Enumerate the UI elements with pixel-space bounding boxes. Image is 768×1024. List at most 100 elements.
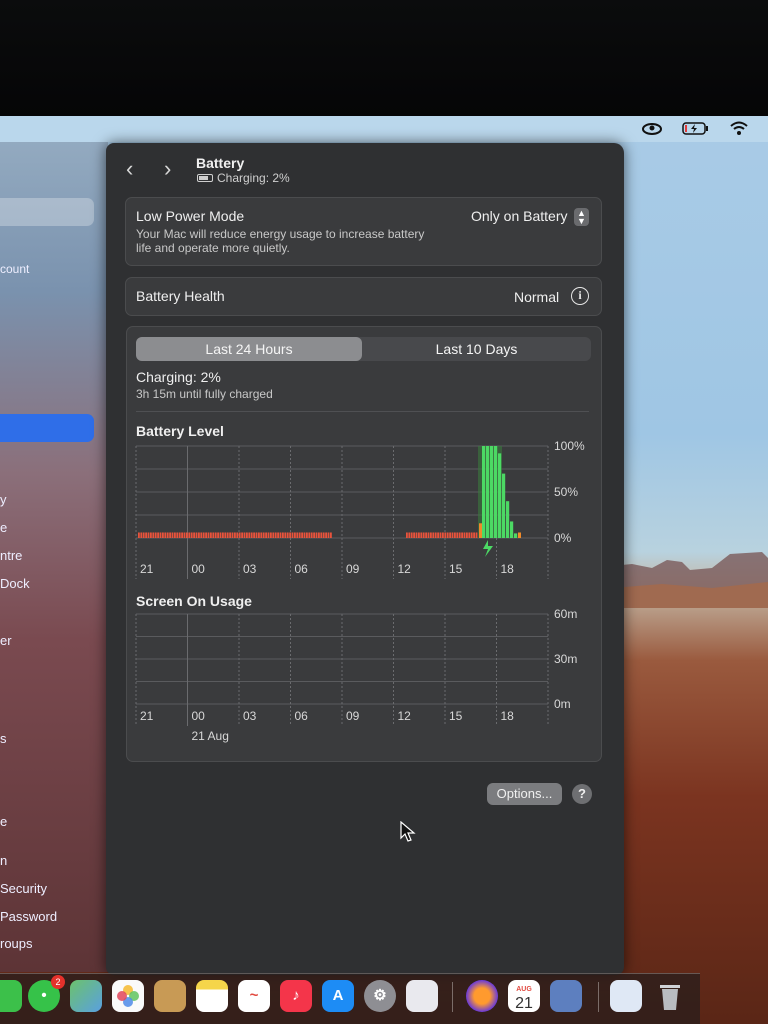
battery-bar-charging bbox=[510, 521, 514, 538]
battery-bar bbox=[207, 532, 210, 538]
creative-cloud-icon[interactable] bbox=[641, 120, 663, 138]
battery-bar bbox=[466, 532, 468, 538]
sidebar-item-groups[interactable]: roups bbox=[0, 936, 33, 951]
y-tick-label: 100% bbox=[554, 439, 585, 453]
sidebar-item[interactable]: y bbox=[0, 492, 7, 507]
battery-bar bbox=[294, 532, 296, 538]
iphone-mirroring-app-icon[interactable] bbox=[406, 980, 438, 1012]
info-icon[interactable]: i bbox=[571, 287, 589, 305]
x-tick-label: 21 bbox=[140, 562, 154, 576]
low-power-mode-select[interactable]: Only on Battery bbox=[471, 208, 568, 224]
battery-bar bbox=[451, 532, 454, 538]
battery-bar bbox=[186, 532, 188, 538]
battery-bar bbox=[166, 532, 169, 538]
battery-bar bbox=[231, 532, 234, 538]
tab-last-24-hours[interactable]: Last 24 Hours bbox=[136, 337, 362, 361]
sidebar-item[interactable]: e bbox=[0, 520, 7, 535]
battery-bar bbox=[318, 532, 320, 538]
battery-bar bbox=[449, 532, 451, 538]
battery-bar bbox=[442, 532, 444, 538]
help-button[interactable]: ? bbox=[572, 784, 592, 804]
tab-last-10-days[interactable]: Last 10 Days bbox=[362, 337, 591, 361]
battery-bar bbox=[258, 532, 260, 538]
battery-bar bbox=[250, 532, 253, 538]
battery-charging-icon[interactable] bbox=[682, 120, 710, 138]
sidebar-item-password[interactable]: Password bbox=[0, 909, 57, 924]
x-tick-label: 00 bbox=[192, 709, 206, 723]
preview-app-icon[interactable] bbox=[550, 980, 582, 1012]
battery-health-label: Battery Health bbox=[136, 288, 225, 304]
sidebar-item-dock[interactable]: Dock bbox=[0, 576, 30, 591]
battery-bar bbox=[308, 532, 311, 538]
battery-bar bbox=[229, 532, 231, 538]
calendar-day: 21 bbox=[515, 995, 533, 1012]
y-tick-label: 60m bbox=[554, 607, 577, 621]
battery-bar bbox=[272, 532, 275, 538]
app-store-icon[interactable]: A bbox=[322, 980, 354, 1012]
firefox-app-icon[interactable] bbox=[466, 980, 498, 1012]
battery-bar bbox=[219, 532, 222, 538]
battery-bar bbox=[176, 532, 179, 538]
dock-separator bbox=[598, 982, 599, 1012]
photos-app-icon[interactable] bbox=[112, 980, 144, 1012]
options-button[interactable]: Options... bbox=[487, 783, 562, 805]
facetime-app-icon[interactable] bbox=[0, 980, 22, 1012]
battery-bar bbox=[279, 532, 282, 538]
sidebar-item[interactable]: e bbox=[0, 814, 7, 829]
battery-bar bbox=[406, 532, 408, 538]
maps-app-icon[interactable] bbox=[70, 980, 102, 1012]
x-tick-label: 18 bbox=[501, 562, 515, 576]
battery-bar bbox=[430, 532, 432, 538]
battery-bar bbox=[325, 532, 327, 538]
system-settings-app-icon[interactable]: ⚙ bbox=[364, 980, 396, 1012]
battery-bar bbox=[432, 532, 435, 538]
sidebar-search-field[interactable] bbox=[0, 198, 94, 226]
battery-bar bbox=[330, 532, 332, 538]
battery-bar bbox=[267, 532, 270, 538]
contacts-app-icon[interactable] bbox=[154, 980, 186, 1012]
battery-bar bbox=[410, 532, 413, 538]
sidebar-item-control-centre[interactable]: ntre bbox=[0, 548, 22, 563]
battery-bar bbox=[243, 532, 246, 538]
battery-icon bbox=[197, 174, 213, 182]
battery-bar bbox=[306, 532, 308, 538]
trash-icon[interactable] bbox=[654, 980, 686, 1012]
x-tick-label: 18 bbox=[501, 709, 515, 723]
calendar-app-icon[interactable]: AUG 21 bbox=[508, 980, 540, 1012]
battery-bar bbox=[327, 532, 330, 538]
x-tick-label: 06 bbox=[295, 709, 309, 723]
sidebar-item[interactable]: n bbox=[0, 853, 7, 868]
x-tick-label: 00 bbox=[192, 562, 206, 576]
battery-bar bbox=[320, 532, 323, 538]
battery-bar bbox=[183, 532, 186, 538]
battery-bar bbox=[140, 532, 143, 538]
freeform-app-icon[interactable]: ~ bbox=[238, 980, 270, 1012]
battery-bar bbox=[164, 532, 167, 538]
sidebar-item[interactable]: s bbox=[0, 731, 7, 746]
back-button[interactable]: ‹ bbox=[126, 156, 133, 182]
battery-bar bbox=[456, 532, 459, 538]
battery-bar bbox=[479, 523, 482, 538]
battery-bar bbox=[174, 532, 176, 538]
battery-bar bbox=[315, 532, 318, 538]
sidebar-item-account[interactable]: count bbox=[0, 262, 29, 276]
battery-bar bbox=[296, 532, 299, 538]
sidebar-item-battery-selected[interactable] bbox=[0, 414, 94, 442]
battery-health-value: Normal bbox=[514, 289, 560, 305]
battery-bar bbox=[277, 532, 279, 538]
wifi-icon[interactable] bbox=[729, 120, 749, 138]
music-app-icon[interactable]: ♪ bbox=[280, 980, 312, 1012]
sidebar-item-security[interactable]: Security bbox=[0, 881, 47, 896]
battery-bar bbox=[159, 532, 162, 538]
sidebar-item[interactable]: er bbox=[0, 633, 12, 648]
battery-bar bbox=[150, 532, 152, 538]
x-tick-label: 06 bbox=[295, 562, 309, 576]
downloads-stack-icon[interactable] bbox=[610, 980, 642, 1012]
popup-stepper-icon[interactable]: ▲ ▼ bbox=[574, 208, 589, 226]
battery-bar bbox=[458, 532, 461, 538]
notes-app-icon[interactable] bbox=[196, 980, 228, 1012]
monitor-bezel bbox=[0, 0, 768, 118]
screen: count y e ntre Dock er s e n Security Pa… bbox=[0, 0, 768, 1024]
battery-bar bbox=[444, 532, 447, 538]
forward-button[interactable]: › bbox=[164, 156, 171, 182]
